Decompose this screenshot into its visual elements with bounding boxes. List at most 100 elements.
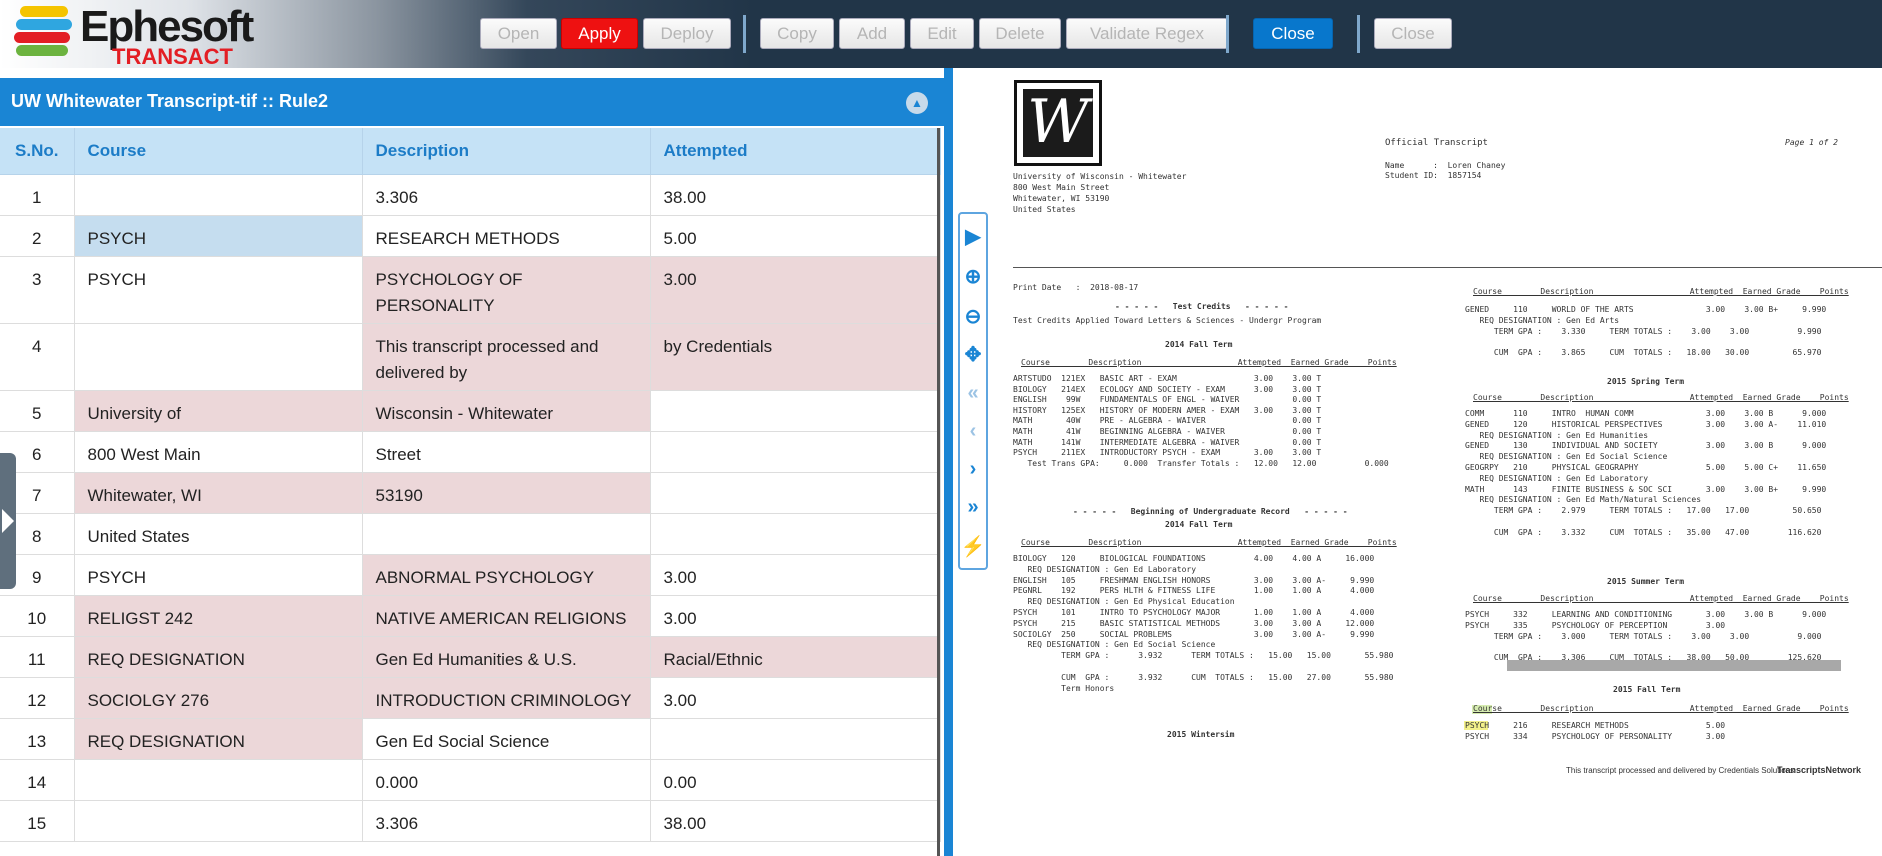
deploy-button[interactable]: Deploy bbox=[643, 18, 731, 49]
header-sno[interactable]: S.No. bbox=[0, 128, 75, 175]
table-row[interactable]: 15 3.306 38.00 bbox=[0, 800, 941, 842]
table-row[interactable]: 10 RELIGST 242 NATIVE AMERICAN RELIGIONS 3.… bbox=[0, 595, 941, 637]
cell-attempted[interactable]: 3.00 bbox=[650, 677, 941, 719]
close-button[interactable]: Close bbox=[1253, 18, 1333, 49]
cell-attempted[interactable]: 38.00 bbox=[650, 800, 941, 842]
cell-sno[interactable]: 5 bbox=[0, 390, 75, 432]
cell-sno[interactable]: 14 bbox=[0, 759, 75, 801]
header-course[interactable]: Course bbox=[74, 128, 363, 175]
table-row[interactable]: 11 REQ DESIGNATION Gen Ed Humanities & U.S… bbox=[0, 636, 941, 678]
plug-icon[interactable]: ⚡ bbox=[960, 532, 986, 562]
cell-attempted[interactable] bbox=[650, 513, 941, 555]
table-row[interactable]: 4 This transcript processed and delivered… bbox=[0, 323, 941, 391]
table-row[interactable]: 6 800 West Main Street bbox=[0, 431, 941, 473]
table-row[interactable]: 2 PSYCH RESEARCH METHODS 5.00 bbox=[0, 215, 941, 257]
table-row[interactable]: 12 SOCIOLGY 276 INTRODUCTION CRIMINOLOGY 3.… bbox=[0, 677, 941, 719]
cell-sno[interactable]: 3 bbox=[0, 256, 75, 324]
cell-attempted[interactable]: 3.00 bbox=[650, 554, 941, 596]
table-row[interactable]: 14 0.000 0.00 bbox=[0, 759, 941, 801]
zoom-in-icon[interactable]: ⊕ bbox=[960, 262, 986, 292]
open-button[interactable]: Open bbox=[480, 18, 557, 49]
table-row[interactable]: 1 3.306 38.00 bbox=[0, 174, 941, 216]
cell-course[interactable]: RELIGST 242 bbox=[74, 595, 363, 637]
panel-splitter[interactable] bbox=[944, 68, 953, 856]
expand-panel-handle[interactable] bbox=[0, 453, 16, 589]
cell-attempted[interactable] bbox=[650, 718, 941, 760]
cell-course[interactable]: PSYCH bbox=[74, 256, 363, 324]
cell-description[interactable]: Street bbox=[362, 431, 651, 473]
transcript-line: REQ DESIGNATION : Gen Ed Math/Natural Sc… bbox=[1465, 495, 1702, 505]
cell-attempted[interactable]: 3.00 bbox=[650, 595, 941, 637]
cell-attempted[interactable] bbox=[650, 390, 941, 432]
cell-course[interactable]: REQ DESIGNATION bbox=[74, 718, 363, 760]
cell-attempted[interactable]: 5.00 bbox=[650, 215, 941, 257]
chevron-up-icon[interactable]: ▲ bbox=[906, 92, 928, 114]
cell-description[interactable]: NATIVE AMERICAN RELIGIONS bbox=[362, 595, 651, 637]
cell-description[interactable]: RESEARCH METHODS bbox=[362, 215, 651, 257]
cell-sno[interactable]: 4 bbox=[0, 323, 75, 391]
play-icon[interactable]: ▶ bbox=[960, 222, 986, 252]
document-viewer[interactable]: W Official Transcript Page 1 of 2 Name :… bbox=[995, 68, 1882, 856]
cell-attempted[interactable]: Racial/Ethnic bbox=[650, 636, 941, 678]
table-row[interactable]: 3 PSYCH PSYCHOLOGY OF PERSONALITY 3.00 bbox=[0, 256, 941, 324]
cell-course[interactable]: SOCIOLGY 276 bbox=[74, 677, 363, 719]
table-row[interactable]: 7 Whitewater, WI 53190 bbox=[0, 472, 941, 514]
cell-description[interactable]: This transcript processed and delivered … bbox=[362, 323, 651, 391]
table-scrollbar[interactable] bbox=[937, 128, 940, 856]
cell-sno[interactable]: 1 bbox=[0, 174, 75, 216]
cell-attempted[interactable]: 0.00 bbox=[650, 759, 941, 801]
cell-attempted[interactable] bbox=[650, 431, 941, 473]
apply-button[interactable]: Apply bbox=[561, 18, 638, 49]
cell-sno[interactable]: 15 bbox=[0, 800, 75, 842]
cell-description[interactable]: Wisconsin - Whitewater bbox=[362, 390, 651, 432]
cell-description[interactable]: 3.306 bbox=[362, 800, 651, 842]
cell-description[interactable]: 0.000 bbox=[362, 759, 651, 801]
cell-attempted[interactable]: 38.00 bbox=[650, 174, 941, 216]
validate-regex-button[interactable]: Validate Regex bbox=[1066, 18, 1228, 49]
close-secondary-button[interactable]: Close bbox=[1374, 18, 1452, 49]
edit-button[interactable]: Edit bbox=[910, 18, 974, 49]
delete-button[interactable]: Delete bbox=[979, 18, 1061, 49]
next-page-icon[interactable]: › bbox=[960, 454, 986, 484]
cell-course[interactable]: University of bbox=[74, 390, 363, 432]
first-page-icon[interactable]: « bbox=[960, 378, 986, 408]
cell-course[interactable]: REQ DESIGNATION bbox=[74, 636, 363, 678]
cell-description[interactable]: INTRODUCTION CRIMINOLOGY bbox=[362, 677, 651, 719]
cell-course[interactable] bbox=[74, 174, 363, 216]
move-icon[interactable]: ✥ bbox=[960, 340, 986, 370]
header-attempted[interactable]: Attempted bbox=[650, 128, 941, 175]
cell-description[interactable]: 53190 bbox=[362, 472, 651, 514]
copy-button[interactable]: Copy bbox=[760, 18, 834, 49]
cell-course[interactable]: PSYCH bbox=[74, 554, 363, 596]
cell-attempted[interactable]: by Credentials bbox=[650, 323, 941, 391]
cell-sno[interactable]: 12 bbox=[0, 677, 75, 719]
cell-course[interactable] bbox=[74, 800, 363, 842]
cell-course[interactable]: 800 West Main bbox=[74, 431, 363, 473]
cell-sno[interactable]: 13 bbox=[0, 718, 75, 760]
table-row[interactable]: 9 PSYCH ABNORMAL PSYCHOLOGY 3.00 bbox=[0, 554, 941, 596]
table-row[interactable]: 8 United States bbox=[0, 513, 941, 555]
last-page-icon[interactable]: » bbox=[960, 492, 986, 522]
cell-description[interactable]: Gen Ed Humanities & U.S. bbox=[362, 636, 651, 678]
cell-course[interactable]: PSYCH bbox=[74, 215, 363, 257]
table-row[interactable]: 13 REQ DESIGNATION Gen Ed Social Science bbox=[0, 718, 941, 760]
cell-course[interactable] bbox=[74, 759, 363, 801]
previous-page-icon[interactable]: ‹ bbox=[960, 416, 986, 446]
cell-description[interactable]: ABNORMAL PSYCHOLOGY bbox=[362, 554, 651, 596]
cell-course[interactable]: United States bbox=[74, 513, 363, 555]
cell-course[interactable]: Whitewater, WI bbox=[74, 472, 363, 514]
cell-description[interactable]: Gen Ed Social Science bbox=[362, 718, 651, 760]
header-description[interactable]: Description bbox=[362, 128, 651, 175]
add-button[interactable]: Add bbox=[839, 18, 905, 49]
cell-description[interactable]: 3.306 bbox=[362, 174, 651, 216]
cell-sno[interactable]: 11 bbox=[0, 636, 75, 678]
cell-attempted[interactable]: 3.00 bbox=[650, 256, 941, 324]
cell-description[interactable]: PSYCHOLOGY OF PERSONALITY bbox=[362, 256, 651, 324]
cell-course[interactable] bbox=[74, 323, 363, 391]
zoom-out-icon[interactable]: ⊖ bbox=[960, 302, 986, 332]
cell-attempted[interactable] bbox=[650, 472, 941, 514]
table-row[interactable]: 5 University of Wisconsin - Whitewater bbox=[0, 390, 941, 432]
cell-sno[interactable]: 2 bbox=[0, 215, 75, 257]
cell-description[interactable] bbox=[362, 513, 651, 555]
cell-sno[interactable]: 10 bbox=[0, 595, 75, 637]
